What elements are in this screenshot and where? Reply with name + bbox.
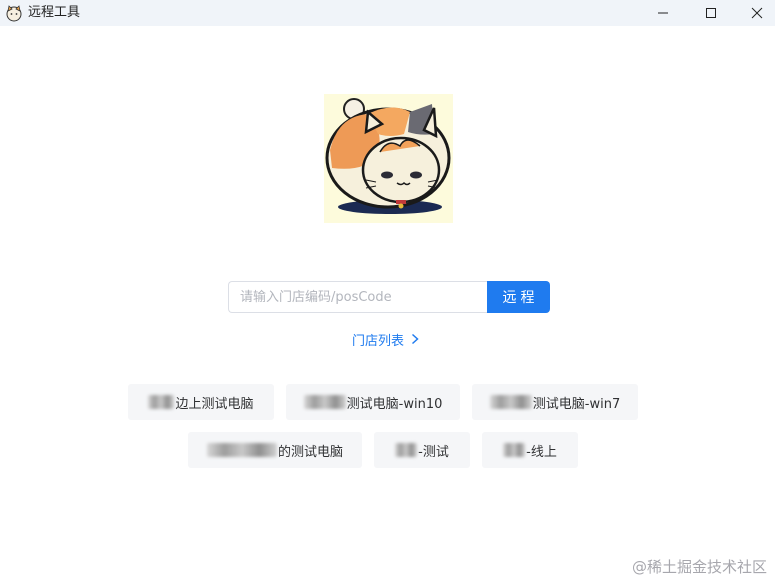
store-code-input[interactable] bbox=[228, 281, 487, 313]
watermark: @稀土掘金技术社区 bbox=[631, 558, 767, 576]
redacted-text bbox=[503, 443, 526, 457]
device-chip-label: -线上 bbox=[526, 444, 557, 460]
device-chip[interactable]: 测试电脑-win10 bbox=[286, 384, 460, 420]
device-chip[interactable]: 边上测试电脑 bbox=[128, 384, 274, 420]
logo bbox=[324, 94, 453, 223]
close-button[interactable] bbox=[734, 0, 775, 26]
minimize-button[interactable] bbox=[640, 0, 686, 26]
cat-icon bbox=[6, 5, 22, 22]
device-chip-label: 的测试电脑 bbox=[277, 444, 343, 460]
device-chip-label: -测试 bbox=[418, 444, 449, 460]
title-bar: 远程工具 bbox=[0, 0, 775, 26]
device-chip[interactable]: -线上 bbox=[482, 432, 578, 468]
window-title: 远程工具 bbox=[28, 5, 81, 20]
minimize-icon bbox=[658, 12, 668, 14]
store-list-link[interactable]: 门店列表 bbox=[352, 329, 420, 349]
device-chip[interactable]: 测试电脑-win7 bbox=[472, 384, 638, 420]
chevron-right-icon bbox=[412, 333, 419, 345]
redacted-text bbox=[395, 443, 418, 457]
redacted-text bbox=[303, 395, 346, 409]
redacted-text bbox=[148, 395, 175, 409]
close-icon bbox=[751, 7, 763, 19]
redacted-text bbox=[206, 443, 277, 457]
device-chip[interactable]: -测试 bbox=[374, 432, 470, 468]
remote-button[interactable]: 远程 bbox=[487, 281, 550, 313]
maximize-button[interactable] bbox=[688, 0, 734, 26]
cat-mascot-image bbox=[325, 98, 451, 214]
device-chip[interactable]: 的测试电脑 bbox=[188, 432, 362, 468]
maximize-icon bbox=[706, 8, 716, 18]
device-chip-label: 边上测试电脑 bbox=[175, 396, 254, 412]
redacted-text bbox=[489, 395, 532, 409]
device-chip-label: 测试电脑-win7 bbox=[532, 396, 621, 412]
device-chip-label: 测试电脑-win10 bbox=[346, 396, 443, 412]
store-list-label: 门店列表 bbox=[352, 333, 405, 349]
